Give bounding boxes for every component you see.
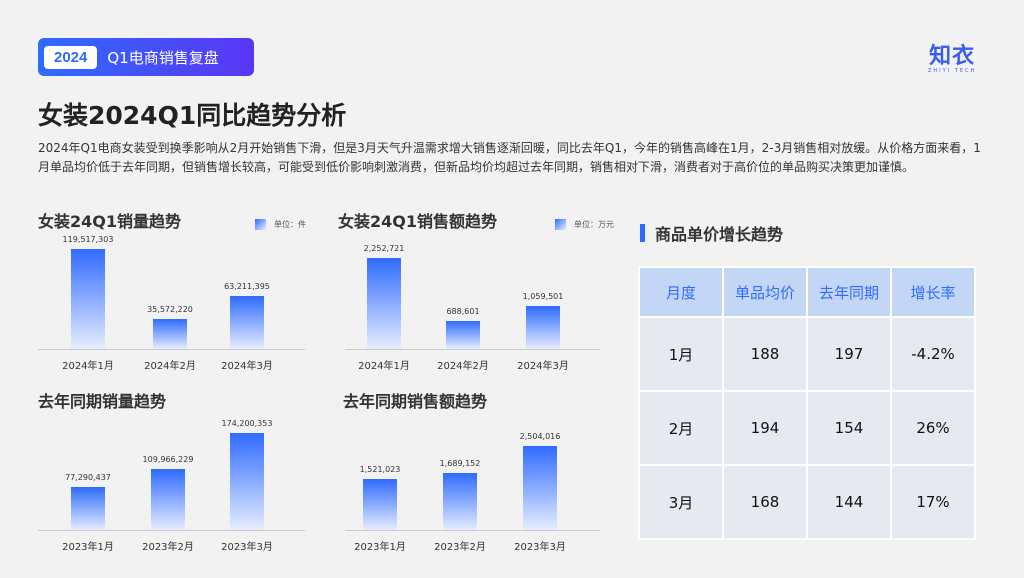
x-tick-label: 2023年2月 (142, 542, 194, 553)
cell: 168 (722, 464, 808, 540)
cell: 3月 (638, 464, 724, 540)
bar (230, 296, 264, 349)
header-subtitle: Q1电商销售复盘 (107, 48, 219, 67)
data-label: 35,572,220 (147, 305, 193, 315)
x-tick-label: 2024年3月 (221, 361, 273, 372)
year-tag: 2024 (44, 45, 98, 69)
bar (151, 468, 185, 530)
cell: 188 (722, 316, 808, 392)
cell: 154 (806, 390, 892, 466)
legend-swatch-icon (255, 219, 266, 230)
chart-title: 女装24Q1销量趋势 (38, 212, 182, 231)
chart-title: 女装24Q1销售额趋势 (338, 212, 498, 231)
cell: 197 (806, 316, 892, 392)
table-header-row: 月度 单品均价 去年同期 增长率 (638, 266, 976, 318)
bar (71, 486, 105, 530)
header-cell: 单品均价 (722, 266, 808, 318)
bar (443, 473, 477, 530)
data-label: 63,211,395 (224, 282, 270, 292)
bar (153, 319, 187, 349)
x-axis-line (345, 349, 600, 350)
header-badge: 2024 Q1电商销售复盘 (38, 38, 254, 76)
bar (71, 249, 105, 349)
x-tick-label: 2023年1月 (62, 542, 114, 553)
logo-sub: ZHIYI TECH (928, 68, 977, 74)
x-tick-label: 2024年2月 (144, 361, 196, 372)
data-label: 109,966,229 (142, 454, 194, 464)
cell: 194 (722, 390, 808, 466)
table-title: 商品单价增长趋势 (655, 225, 784, 244)
legend-label: 单位：万元 (574, 220, 614, 229)
table-row: 2月 194 154 26% (638, 390, 976, 466)
x-tick-label: 2023年1月 (354, 542, 406, 553)
chart-legend: 单位：万元 (555, 219, 614, 230)
legend-swatch-icon (555, 219, 566, 230)
data-label: 119,517,303 (62, 235, 114, 244)
x-tick-label: 2023年3月 (221, 542, 273, 553)
cell: 2月 (638, 390, 724, 466)
cell: -4.2% (890, 316, 976, 392)
data-label: 1,689,152 (439, 459, 481, 469)
page-title: 女装2024Q1同比趋势分析 (38, 101, 347, 130)
x-axis-line (345, 530, 600, 531)
x-tick-label: 2024年1月 (62, 361, 114, 372)
table-row: 1月 188 197 -4.2% (638, 316, 976, 392)
description: 2024年Q1电商女装受到换季影响从2月开始销售下滑，但是3月天气升温需求增大销… (38, 141, 981, 174)
legend-label: 单位：件 (274, 220, 306, 229)
x-tick-label: 2023年3月 (514, 542, 566, 553)
bar (523, 446, 557, 530)
x-tick-label: 2023年2月 (434, 542, 486, 553)
x-axis-line (38, 530, 305, 531)
header-cell: 去年同期 (806, 266, 892, 318)
bar (526, 306, 560, 349)
logo-main: 知衣 (929, 44, 976, 69)
x-axis-line (38, 349, 305, 350)
cell: 144 (806, 464, 892, 540)
cell: 17% (890, 464, 976, 540)
chart-legend: 单位：件 (255, 219, 306, 230)
bar (230, 433, 264, 530)
price-table: 月度 单品均价 去年同期 增长率 1月 188 197 -4.2% 2月 194 154 2… (638, 266, 976, 540)
bar (446, 321, 480, 349)
chart-title: 去年同期销量趋势 (38, 392, 167, 411)
bar (367, 258, 401, 349)
cell: 1月 (638, 316, 724, 392)
cell: 26% (890, 390, 976, 466)
accent-bar-icon (640, 224, 645, 242)
table-row: 3月 168 144 17% (638, 464, 976, 540)
logo: 知衣 ZHIYI TECH (928, 38, 976, 74)
data-label: 77,290,437 (65, 472, 111, 482)
data-label: 1,521,023 (359, 464, 401, 474)
data-label: 2,504,016 (519, 432, 561, 441)
x-tick-label: 2024年3月 (517, 361, 569, 372)
data-label: 1,059,501 (522, 292, 564, 302)
bar (363, 478, 397, 530)
x-tick-label: 2024年1月 (358, 361, 410, 372)
chart-title: 去年同期销售额趋势 (343, 392, 488, 411)
data-label: 688,601 (446, 307, 480, 317)
data-label: 2,252,721 (363, 244, 405, 253)
x-tick-label: 2024年2月 (437, 361, 489, 372)
header-cell: 增长率 (890, 266, 976, 318)
table-section-title: 商品单价增长趋势 (640, 221, 783, 245)
header-cell: 月度 (638, 266, 724, 318)
data-label: 174,200,353 (221, 419, 273, 428)
